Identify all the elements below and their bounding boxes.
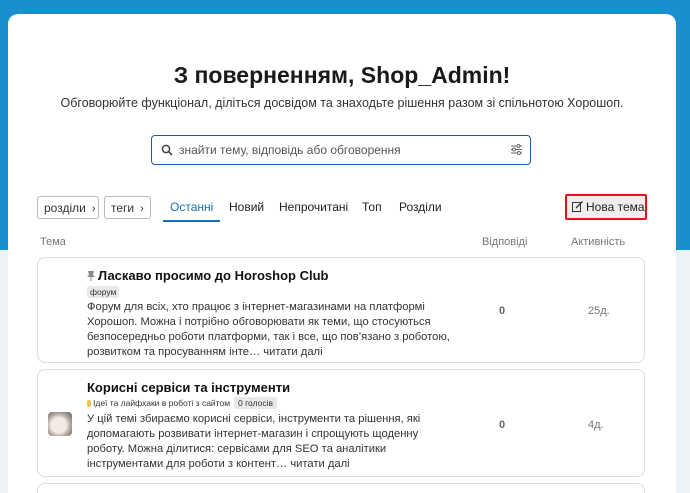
topic-activity[interactable]: 25д. <box>588 305 610 317</box>
tag-chip[interactable]: форум <box>87 286 120 298</box>
tab-latest[interactable]: Останні <box>163 200 221 222</box>
column-topic[interactable]: Тема <box>40 236 66 248</box>
pin-icon <box>87 271 95 281</box>
lightbulb-icon <box>87 400 91 407</box>
page-subtitle: Обговорюйте функціонал, діліться досвідо… <box>60 96 624 110</box>
topic-category[interactable]: Ідеї та лайфхаки в роботі з сайтом <box>93 398 230 408</box>
chevron-right-icon: › <box>140 203 144 215</box>
filter-sliders-icon[interactable] <box>510 143 523 156</box>
search-box[interactable] <box>151 135 531 165</box>
topic-tags: форум <box>87 286 120 298</box>
search-icon <box>161 144 173 156</box>
topic-title[interactable]: Ласкаво просимо до Horoshop Club <box>87 268 328 283</box>
column-activity[interactable]: Активність <box>571 236 625 248</box>
sections-dropdown[interactable]: розділи › <box>37 196 99 219</box>
chevron-right-icon: › <box>91 203 96 215</box>
tab-new[interactable]: Новий <box>229 200 264 214</box>
tags-dropdown-label: теги <box>111 201 135 215</box>
avatar[interactable] <box>48 412 72 436</box>
topic-replies: 0 <box>499 419 506 431</box>
tags-dropdown[interactable]: теги › <box>104 196 151 219</box>
search-input[interactable] <box>179 140 499 160</box>
topic-tags: Ідеї та лайфхаки в роботі з сайтом 0 голо… <box>87 397 278 409</box>
page-title: З поверненням, Shop_Admin! <box>173 62 511 88</box>
topic-row[interactable] <box>37 483 645 493</box>
tab-categories[interactable]: Розділи <box>399 200 442 214</box>
topic-replies: 0 <box>499 305 506 317</box>
tab-top[interactable]: Топ <box>362 200 382 214</box>
topic-title[interactable]: Корисні сервіси та інструменти <box>87 380 290 395</box>
topic-excerpt[interactable]: Форум для всіх, хто працює з інтернет-ма… <box>87 300 457 360</box>
column-replies[interactable]: Відповіді <box>482 236 527 248</box>
topic-title-text: Ласкаво просимо до Horoshop Club <box>98 268 329 283</box>
topic-activity[interactable]: 4д. <box>588 419 604 431</box>
new-topic-button[interactable]: Нова тема <box>565 194 647 220</box>
topic-row[interactable]: Корисні сервіси та інструменти Ідеї та л… <box>37 369 645 477</box>
edit-icon <box>572 201 583 212</box>
votes-badge: 0 голосів <box>234 397 278 409</box>
sections-dropdown-label: розділи <box>44 201 86 215</box>
topic-row[interactable]: Ласкаво просимо до Horoshop Club форум Ф… <box>37 257 645 363</box>
tab-unread[interactable]: Непрочитані <box>279 200 348 214</box>
topic-excerpt[interactable]: У цій темі збираємо корисні сервіси, інс… <box>87 412 457 472</box>
new-topic-label: Нова тема <box>586 200 645 214</box>
main-card: З поверненням, Shop_Admin! Обговорюйте ф… <box>8 14 676 493</box>
